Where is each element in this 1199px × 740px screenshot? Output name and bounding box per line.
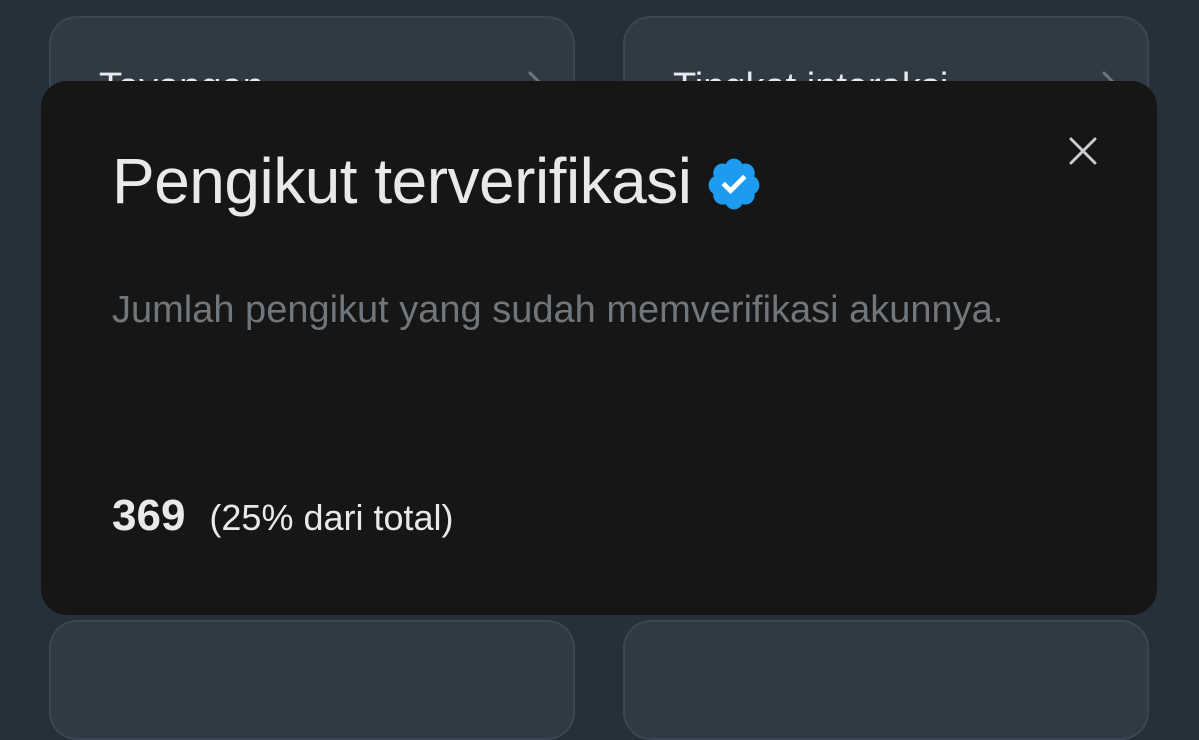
background-card-bottom-left[interactable] — [49, 620, 575, 740]
verified-followers-stat: 369 (25% dari total) — [112, 491, 454, 541]
modal-header: Pengikut terverifikasi — [112, 149, 763, 213]
background-card-bottom-right[interactable] — [623, 620, 1149, 740]
stat-value: 369 — [112, 491, 186, 540]
verified-badge-icon — [709, 158, 760, 210]
modal-title: Pengikut terverifikasi — [112, 145, 692, 217]
verified-followers-modal: Pengikut terverifikasi Jumlah pengikut y… — [41, 81, 1157, 615]
close-icon — [1069, 137, 1097, 165]
stat-share: (25% dari total) — [209, 497, 454, 538]
close-button[interactable] — [1061, 129, 1105, 173]
modal-description: Jumlah pengikut yang sudah memverifikasi… — [112, 289, 1004, 331]
